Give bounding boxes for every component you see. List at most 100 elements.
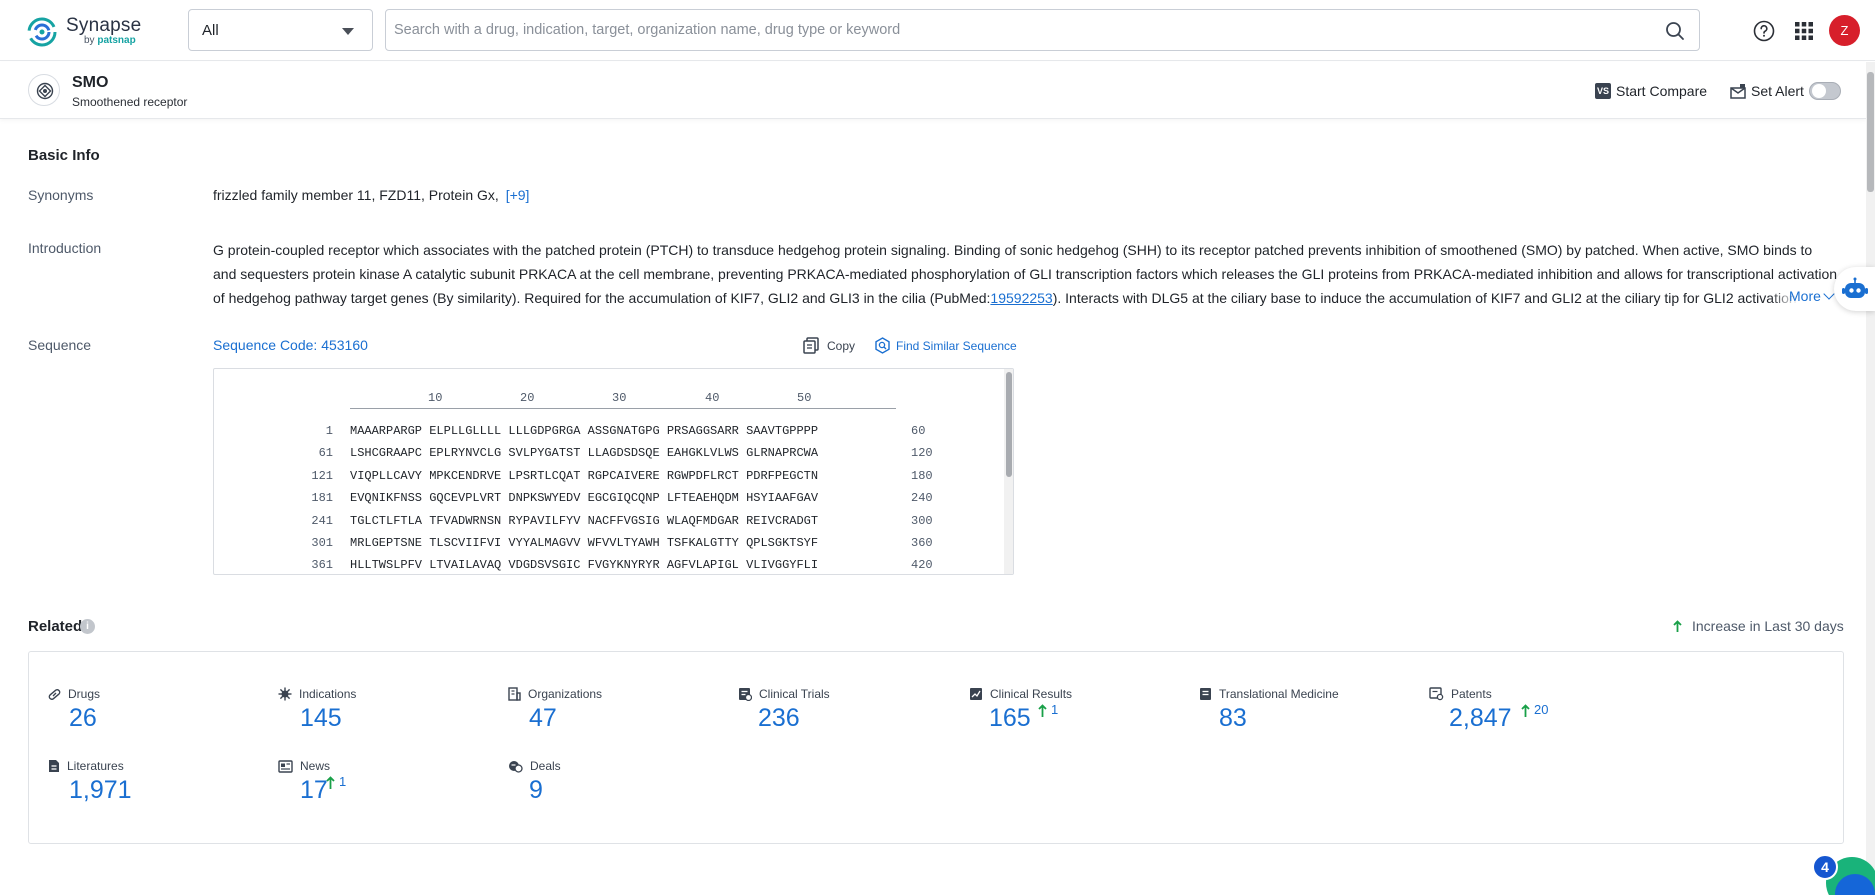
ruler-tick: 30 [612, 391, 626, 405]
stat-label: Organizations [528, 687, 602, 701]
handshake-icon [508, 760, 523, 773]
toggle-knob [1812, 84, 1826, 98]
copy-label: Copy [827, 339, 855, 353]
stat-news[interactable]: News 17 1 [278, 759, 498, 819]
stat-label: News [300, 759, 330, 773]
stat-deals[interactable]: Deals 9 [508, 759, 728, 819]
stat-translational-medicine[interactable]: Translational Medicine 83 [1199, 687, 1419, 747]
arrow-up-icon [1521, 704, 1530, 718]
virus-icon [278, 687, 292, 701]
book-icon [1199, 687, 1212, 701]
patent-icon [1429, 687, 1444, 701]
stat-label: Patents [1451, 687, 1492, 701]
stat-value: 9 [529, 776, 543, 805]
notification-widget[interactable]: 4 [1812, 854, 1875, 895]
stat-indications[interactable]: Indications 145 [278, 687, 498, 747]
related-stats-card: Drugs 26 Indications 145 Organizations 4… [28, 651, 1844, 844]
entity-subtitle: Smoothened receptor [72, 95, 187, 109]
search-input[interactable] [394, 18, 1654, 42]
stat-delta: 20 [1521, 702, 1548, 718]
ruler-tick: 50 [797, 391, 811, 405]
find-similar-label: Find Similar Sequence [896, 339, 1017, 353]
stat-value: 165 [989, 704, 1031, 733]
target-icon [28, 74, 60, 106]
sequence-label: Sequence [28, 337, 91, 353]
stat-literatures[interactable]: Literatures 1,971 [48, 759, 268, 819]
stat-clinical-results[interactable]: Clinical Results 165 1 [969, 687, 1189, 747]
chart-doc-icon [969, 687, 983, 701]
stat-label: Clinical Results [990, 687, 1072, 701]
synapse-logo[interactable]: Synapse by patsnap [26, 13, 146, 47]
arrow-up-icon [1038, 704, 1047, 718]
search-icon[interactable] [1665, 21, 1685, 41]
search-box[interactable] [385, 9, 1700, 51]
help-icon[interactable] [1753, 20, 1775, 42]
introduction-more-button[interactable]: More [1789, 288, 1833, 304]
page-scrollbar[interactable] [1866, 62, 1875, 895]
user-avatar[interactable]: Z [1829, 15, 1860, 46]
stat-value: 26 [69, 704, 97, 733]
document-icon [48, 759, 60, 773]
ai-assistant-button[interactable] [1834, 267, 1875, 311]
stat-organizations[interactable]: Organizations 47 [508, 687, 728, 747]
stat-value: 83 [1219, 704, 1247, 733]
related-title: Related [28, 618, 82, 635]
stat-value: 1,971 [69, 776, 132, 805]
set-alert-button[interactable]: Set Alert [1730, 80, 1804, 102]
stat-value: 236 [758, 704, 800, 733]
similar-sequence-icon [874, 337, 891, 354]
start-compare-label: Start Compare [1616, 83, 1707, 99]
sequence-scrollbar[interactable] [1004, 369, 1014, 574]
sequence-ruler: 10 20 30 40 50 [350, 391, 896, 409]
introduction-text: G protein-coupled receptor which associa… [213, 238, 1838, 310]
stat-value: 2,847 [1449, 704, 1512, 733]
find-similar-sequence-button[interactable]: Find Similar Sequence [874, 337, 1017, 354]
building-icon [508, 687, 521, 701]
stat-label: Clinical Trials [759, 687, 830, 701]
stat-delta: 1 [326, 774, 346, 790]
pill-icon [48, 688, 61, 701]
arrow-up-icon [1673, 620, 1682, 633]
stat-delta: 1 [1038, 702, 1058, 718]
stat-label: Literatures [67, 759, 124, 773]
basic-info-title: Basic Info [28, 147, 100, 164]
synonyms-value: frizzled family member 11, FZD11, Protei… [213, 187, 529, 203]
info-icon[interactable]: i [80, 619, 95, 634]
apps-grid-icon[interactable] [1794, 21, 1814, 41]
page-scrollbar-thumb[interactable] [1867, 72, 1874, 192]
top-navigation-bar: Synapse by patsnap All Z [0, 0, 1875, 61]
synonyms-label: Synonyms [28, 187, 93, 203]
synonyms-more-link[interactable]: [+9] [506, 187, 530, 203]
sequence-viewer[interactable]: 10 20 30 40 50 1MAAARPARGP ELPLLGLLLL LL… [213, 368, 1014, 575]
stat-label: Deals [530, 759, 561, 773]
stat-clinical-trials[interactable]: Clinical Trials 236 [738, 687, 958, 747]
caret-down-icon [342, 28, 354, 35]
sequence-scrollbar-thumb[interactable] [1006, 372, 1012, 477]
stat-label: Translational Medicine [1219, 687, 1339, 701]
alert-envelope-icon [1730, 84, 1746, 99]
clipboard-icon [738, 687, 752, 701]
synonyms-text: frizzled family member 11, FZD11, Protei… [213, 187, 499, 203]
compare-icon: VS [1595, 83, 1611, 99]
search-scope-select[interactable]: All [188, 9, 373, 51]
search-scope-value: All [202, 22, 219, 39]
copy-sequence-button[interactable]: Copy [803, 337, 855, 354]
increase-legend-label: Increase in Last 30 days [1692, 618, 1844, 634]
ruler-tick: 20 [520, 391, 534, 405]
sequence-code-link[interactable]: Sequence Code: 453160 [213, 337, 368, 353]
newspaper-icon [278, 760, 293, 773]
stat-drugs[interactable]: Drugs 26 [48, 687, 268, 747]
stat-patents[interactable]: Patents 2,847 20 [1429, 687, 1649, 747]
introduction-label: Introduction [28, 240, 101, 256]
logo-name: Synapse [66, 15, 141, 37]
logo-byline: by patsnap [84, 35, 136, 46]
pubmed-link[interactable]: 19592253 [990, 290, 1052, 306]
copy-icon [803, 337, 819, 354]
arrow-up-icon [326, 776, 335, 790]
stat-value: 47 [529, 704, 557, 733]
stat-label: Indications [299, 687, 356, 701]
start-compare-button[interactable]: VS Start Compare [1595, 80, 1707, 102]
entity-header: SMO Smoothened receptor VS Start Compare… [0, 62, 1866, 119]
set-alert-toggle[interactable] [1809, 82, 1841, 100]
entity-title: SMO [72, 74, 108, 92]
